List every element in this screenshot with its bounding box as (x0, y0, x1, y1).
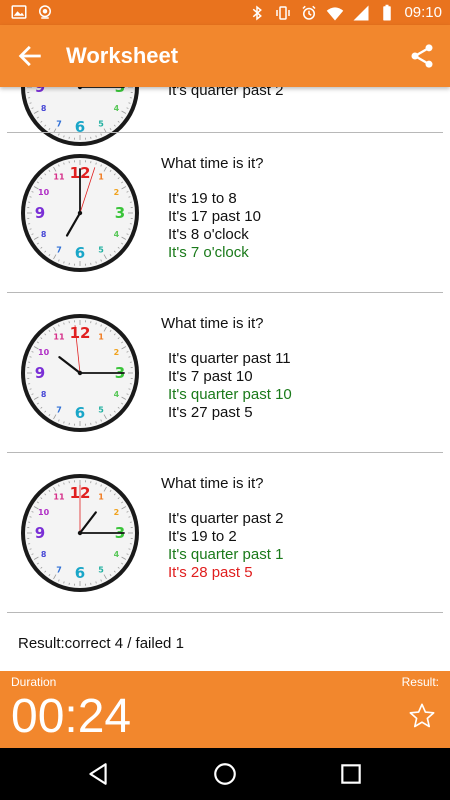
back-arrow-icon[interactable] (16, 42, 44, 70)
star-outline-icon[interactable] (408, 702, 436, 730)
answer-option[interactable]: It's 19 to 2 (168, 528, 283, 546)
status-time: 09:10 (404, 4, 442, 21)
question-text: What time is it? (161, 155, 264, 172)
clock-numeral: 2 (114, 508, 120, 517)
status-bar: 09:10 (0, 0, 450, 25)
clock-numeral: 7 (56, 119, 62, 128)
recents-square-icon[interactable] (338, 761, 364, 787)
result-label: Result: (401, 675, 439, 689)
alarm-icon (302, 5, 316, 20)
clock-numeral: 12 (70, 324, 91, 342)
clock-numeral: 4 (114, 550, 120, 559)
clock-numeral: 9 (35, 524, 45, 542)
share-icon[interactable] (408, 42, 436, 70)
answer-option[interactable]: It's 28 past 5 (168, 564, 283, 582)
clock-face: 123456789101112 (21, 314, 139, 432)
clock-numeral: 9 (35, 204, 45, 222)
battery-icon (383, 4, 392, 21)
navigation-bar (0, 748, 450, 800)
clock-numeral: 3 (115, 204, 125, 222)
back-triangle-icon[interactable] (85, 761, 111, 787)
clock-numeral: 4 (114, 230, 120, 239)
clock-numeral: 10 (38, 348, 50, 357)
worksheet-list[interactable]: 123456789101112 It's quarter past 2 1234… (0, 87, 450, 671)
answer-option[interactable]: It's 7 o'clock (168, 244, 261, 262)
page-title: Worksheet (66, 43, 179, 68)
answer-option[interactable]: It's 17 past 10 (168, 208, 261, 226)
clock-numeral: 1 (98, 173, 104, 182)
answer-list: It's 19 to 8 It's 17 past 10 It's 8 o'cl… (168, 190, 261, 262)
clock-numeral: 4 (114, 390, 120, 399)
signal-icon (353, 5, 369, 21)
clock-numeral: 9 (35, 87, 45, 96)
answer-list: It's quarter past 11 It's 7 past 10 It's… (168, 350, 292, 422)
question-item: 1 2 3 4 5 6 7 8 9 10 11 12 What time is it? It's 19… (0, 133, 450, 293)
clock-numeral: 11 (53, 173, 65, 182)
answer-option[interactable]: It's quarter past 10 (168, 386, 292, 404)
answer-option[interactable]: It's quarter past 2 (168, 510, 283, 528)
answer-option[interactable]: It's quarter past 1 (168, 546, 283, 564)
question-text: What time is it? (161, 315, 264, 332)
answer-option[interactable]: It's 27 past 5 (168, 404, 292, 422)
clock-face: 123456789101112 (21, 154, 139, 272)
answer-option[interactable]: It's 7 past 10 (168, 368, 292, 386)
clock-numeral: 8 (41, 550, 47, 559)
clock-numeral: 5 (98, 405, 104, 414)
clock-center (77, 370, 83, 376)
clock-numeral: 7 (56, 565, 62, 574)
clock-numeral: 8 (41, 390, 47, 399)
duration-panel: Duration 00:24 Result: (0, 671, 450, 748)
vibrate-icon (276, 6, 291, 20)
clock-numeral: 1 (98, 493, 104, 502)
clock-numeral: 5 (98, 565, 104, 574)
clock-numeral: 5 (98, 245, 104, 254)
app-bar: Worksheet (0, 25, 450, 87)
clock-center (77, 530, 83, 536)
answer-option[interactable]: It's 8 o'clock (168, 226, 261, 244)
clock-numeral: 4 (114, 104, 120, 113)
wifi-icon (327, 7, 344, 21)
clock-numeral: 6 (75, 244, 85, 262)
clock-numeral: 10 (38, 508, 50, 517)
question-text: What time is it? (161, 475, 264, 492)
image-icon (11, 5, 27, 19)
divider (7, 612, 443, 613)
clock-numeral: 2 (114, 188, 120, 197)
answer-option[interactable]: It's quarter past 2 (168, 87, 283, 99)
clock-numeral: 11 (53, 493, 65, 502)
clock-center (77, 210, 83, 216)
answer-option[interactable]: It's quarter past 11 (168, 350, 292, 368)
clock-numeral: 8 (41, 104, 47, 113)
clock-numeral: 11 (53, 333, 65, 342)
question-item: 1 2 3 4 5 6 7 8 9 10 11 12 What time is it? It's qu… (0, 293, 450, 453)
clock-numeral: 1 (98, 333, 104, 342)
question-item: 1 2 3 4 5 6 7 8 9 10 11 12 What time is it? It's qu… (0, 453, 450, 613)
bluetooth-icon (253, 5, 263, 21)
clock-numeral: 2 (114, 348, 120, 357)
duration-label: Duration (11, 675, 57, 689)
clock-numeral: 7 (56, 405, 62, 414)
camera-icon (39, 5, 51, 19)
clock-numeral: 6 (75, 564, 85, 582)
clock-numeral: 7 (56, 245, 62, 254)
clock-numeral: 5 (98, 119, 104, 128)
result-summary: Result:correct 4 / failed 1 (18, 635, 184, 652)
answer-list: It's quarter past 2 It's 19 to 2 It's qu… (168, 510, 283, 582)
clock-numeral: 8 (41, 230, 47, 239)
clock-numeral: 9 (35, 364, 45, 382)
clock-numeral: 10 (38, 188, 50, 197)
answer-option[interactable]: It's 19 to 8 (168, 190, 261, 208)
clock-face: 123456789101112 (21, 474, 139, 592)
clock-numeral: 6 (75, 404, 85, 422)
clock-numeral: 3 (115, 87, 125, 96)
duration-value: 00:24 (11, 690, 132, 743)
home-circle-icon[interactable] (212, 761, 238, 787)
